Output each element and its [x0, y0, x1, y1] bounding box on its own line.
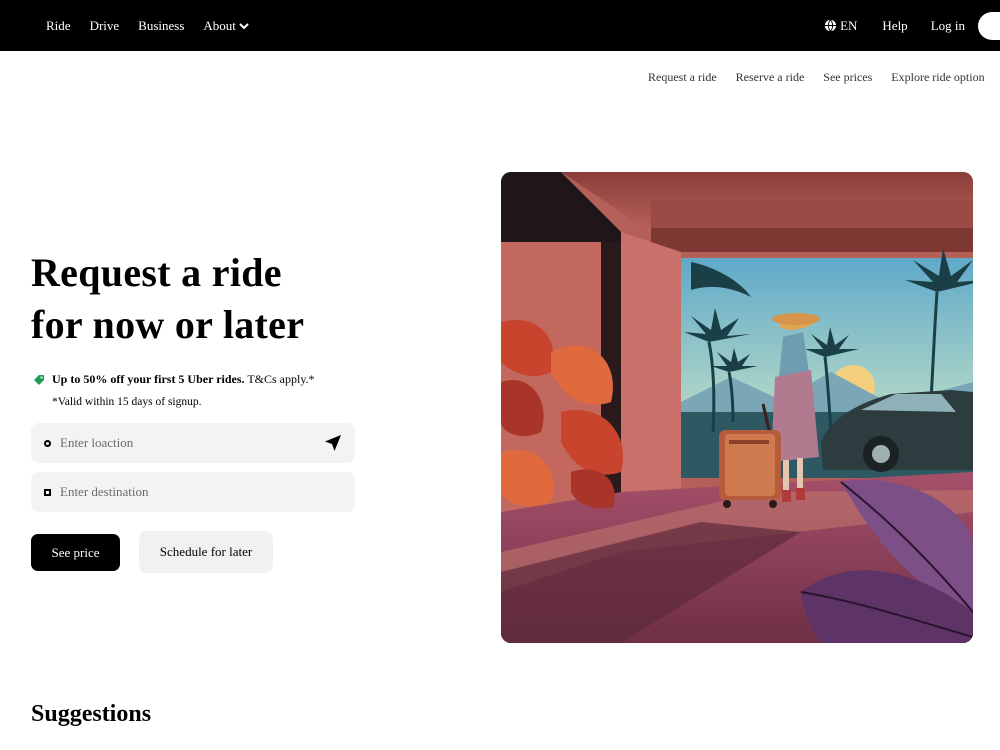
nav-business-link[interactable]: Business	[138, 18, 184, 34]
promo-subtext: *Valid within 15 days of signup.	[52, 396, 202, 408]
chevron-down-icon	[239, 22, 249, 29]
location-dot-icon	[44, 439, 51, 447]
destination-field[interactable]	[31, 472, 355, 512]
see-price-button[interactable]: See price	[31, 534, 120, 571]
nav-about-label: About	[203, 17, 236, 33]
page-title: Request a ride for now or later	[31, 247, 304, 351]
pickup-location-field[interactable]	[31, 423, 355, 463]
subnav-explore-options[interactable]: Explore ride option	[891, 70, 984, 85]
nav-right: EN Help Log in	[824, 0, 1000, 51]
tag-icon	[34, 374, 44, 385]
subnav-see-prices[interactable]: See prices	[823, 70, 872, 85]
nav-drive-link[interactable]: Drive	[90, 18, 120, 34]
promo-text: Up to 50% off your first 5 Uber rides. T…	[52, 372, 315, 387]
title-line-2: for now or later	[31, 302, 305, 347]
destination-square-icon	[44, 488, 51, 496]
navigation-arrow-icon[interactable]	[324, 434, 342, 452]
globe-icon	[824, 19, 837, 32]
top-navbar: Ride Drive Business About EN Help Log in	[0, 0, 1000, 51]
promo-rest: T&Cs apply.*	[244, 372, 315, 386]
nav-ride-link[interactable]: Ride	[46, 18, 71, 34]
promo-bold: Up to 50% off your first 5 Uber rides.	[52, 372, 245, 386]
suggestions-heading: Suggestions	[31, 701, 152, 727]
pickup-location-input[interactable]	[60, 435, 300, 451]
language-label: EN	[840, 17, 858, 33]
promo-banner: Up to 50% off your first 5 Uber rides. T…	[33, 372, 315, 408]
signup-button[interactable]	[978, 11, 1000, 40]
title-line-1: Request a ride	[31, 250, 282, 295]
login-link[interactable]: Log in	[931, 18, 965, 34]
destination-input[interactable]	[60, 484, 300, 500]
language-selector[interactable]: EN	[824, 18, 857, 34]
hero-illustration	[501, 172, 973, 643]
nav-left: Ride Drive Business About	[46, 0, 249, 51]
help-link[interactable]: Help	[882, 18, 907, 34]
subnav-reserve-ride[interactable]: Reserve a ride	[736, 70, 805, 85]
subnav-request-ride[interactable]: Request a ride	[648, 70, 717, 85]
nav-about-menu[interactable]: About	[203, 18, 249, 34]
sub-navbar: Request a ride Reserve a ride See prices…	[648, 70, 1000, 85]
schedule-later-button[interactable]: Schedule for later	[139, 531, 273, 573]
